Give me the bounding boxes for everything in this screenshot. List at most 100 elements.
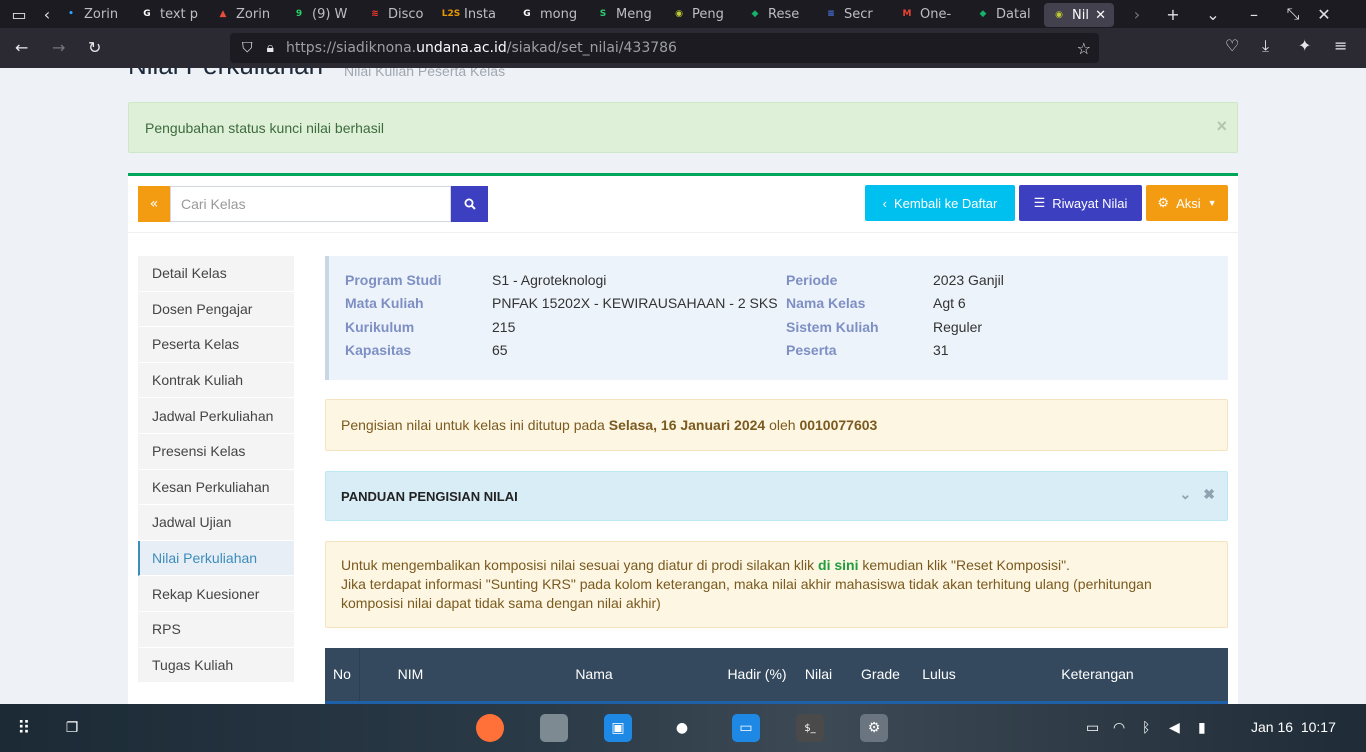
tab-favicon-icon: ◉	[675, 9, 683, 19]
files-icon[interactable]	[540, 714, 568, 742]
sidebar-item[interactable]: Tugas Kuliah	[138, 647, 294, 684]
battery-icon[interactable]: ▮	[1198, 720, 1206, 736]
workspaces-icon[interactable]: ❐	[58, 714, 86, 742]
sidebar-item[interactable]: Dosen Pengajar	[138, 291, 294, 328]
tab-label: Zorin	[84, 6, 119, 22]
sidebar-item[interactable]: Kesan Perkuliahan	[138, 469, 294, 506]
firefox-icon[interactable]	[476, 714, 504, 742]
new-tab-icon[interactable]: +	[1148, 5, 1198, 24]
search-class-input[interactable]: Cari Kelas	[170, 186, 451, 222]
search-button[interactable]	[451, 186, 488, 222]
browser-tab[interactable]: ◉ Nil ✕	[1044, 3, 1114, 27]
restore-window-icon[interactable]: ⤡	[1280, 4, 1306, 24]
settings-toggle-icon[interactable]: ●	[668, 714, 696, 742]
browser-tab[interactable]: Gtext p	[132, 0, 208, 28]
app-grid-icon[interactable]: ⠿	[10, 714, 38, 742]
browser-tab[interactable]: ◆ Datal	[968, 0, 1044, 28]
bookmark-star-icon[interactable]: ☆	[1077, 39, 1091, 58]
nama-kelas-label: Nama Kelas	[786, 295, 866, 311]
sidebar-item[interactable]: Rekap Kuesioner	[138, 576, 294, 612]
browser-tab[interactable]: Gmong	[512, 0, 588, 28]
close-tab-icon[interactable]: ✕	[1095, 8, 1106, 23]
address-bar[interactable]: ⛉ 🔒︎ https://siadiknona. undana.ac.id/sia…	[230, 33, 1099, 63]
back-icon[interactable]: ←	[15, 38, 28, 57]
column-header-nama[interactable]: Nama	[461, 648, 727, 701]
browser-tab[interactable]: ▲ Zorin	[208, 0, 284, 28]
grade-history-button[interactable]: ☰ Riwayat Nilai	[1019, 185, 1142, 221]
browser-tab[interactable]: 9 (9) W	[284, 0, 360, 28]
forward-icon[interactable]: →	[52, 38, 65, 57]
mata-kuliah-value: PNFAK 15202X - KEWIRAUSAHAAN - 2 SKS	[492, 295, 778, 311]
browser-tab[interactable]: S Meng	[588, 0, 664, 28]
sidebar-item[interactable]: Nilai Perkuliahan	[138, 540, 294, 577]
class-info-panel: Program Studi S1 - Agroteknologi Mata Ku…	[325, 256, 1228, 380]
terminal-icon[interactable]: $_	[796, 714, 824, 742]
tab-list-icon[interactable]: ▭	[0, 5, 38, 24]
collapse-chevron-icon[interactable]: ⌄	[1180, 486, 1192, 503]
column-header-grade[interactable]: Grade	[850, 648, 911, 701]
reset-composition-link[interactable]: di sini	[818, 557, 858, 573]
column-header-hadir[interactable]: Hadir (%)	[727, 648, 787, 701]
taskbar-clock[interactable]: Jan 16 10:17	[1251, 719, 1336, 735]
close-window-icon[interactable]: ✕	[1306, 5, 1342, 24]
browser-tab[interactable]: • Zorin	[56, 0, 132, 28]
scroll-tabs-right-icon[interactable]: ›	[1126, 5, 1148, 24]
browser-tab[interactable]: ◉ Peng	[664, 0, 740, 28]
close-panel-icon[interactable]: ✖	[1203, 486, 1215, 503]
tab-label: Rese	[768, 6, 800, 22]
sidebar-item[interactable]: Detail Kelas	[138, 256, 294, 292]
sidebar-item[interactable]: Peserta Kelas	[138, 327, 294, 363]
browser-tab[interactable]: L2S Insta	[436, 0, 512, 28]
periode-value: 2023 Ganjil	[933, 272, 1004, 288]
wifi-icon[interactable]: ◠	[1113, 720, 1125, 736]
browser-tab[interactable]: ≋ Disco	[360, 0, 436, 28]
pocket-icon[interactable]: ♡	[1225, 36, 1239, 55]
sidebar-item[interactable]: Presensi Kelas	[138, 433, 294, 470]
menu-icon[interactable]: ≡	[1334, 36, 1347, 55]
browser-tab[interactable]: ≡ Secr	[816, 0, 892, 28]
grade-history-label: Riwayat Nilai	[1052, 195, 1128, 211]
bluetooth-icon[interactable]: ᛒ	[1142, 720, 1150, 736]
shield-icon[interactable]: ⛉	[242, 40, 253, 56]
column-header-nim[interactable]: NIM	[360, 648, 461, 701]
tab-label: (9) W	[312, 6, 348, 22]
tab-label: Peng	[692, 6, 724, 22]
collapse-sidebar-button[interactable]: «	[138, 186, 170, 222]
sidebar-item[interactable]: Jadwal Ujian	[138, 505, 294, 541]
list-icon: ☰	[1033, 195, 1046, 210]
reload-icon[interactable]: ↻	[88, 38, 101, 57]
back-to-list-button[interactable]: ‹ Kembali ke Daftar	[865, 185, 1015, 221]
guide-panel-header[interactable]: PANDUAN PENGISIAN NILAI ⌄ ✖	[325, 471, 1228, 521]
column-header-lulus[interactable]: Lulus	[911, 648, 967, 701]
scroll-tabs-left-icon[interactable]: ‹	[38, 5, 56, 24]
tab-overflow-chevron-icon[interactable]: ⌄	[1198, 5, 1228, 24]
sidebar-item[interactable]: RPS	[138, 611, 294, 648]
extensions-icon[interactable]: ✦	[1298, 36, 1311, 55]
downloads-icon[interactable]: ⤓	[1262, 36, 1269, 56]
sidebar-item[interactable]: Kontrak Kuliah	[138, 362, 294, 399]
lock-icon[interactable]: 🔒︎	[267, 40, 274, 56]
kurikulum-value: 215	[492, 319, 516, 335]
column-header-nilai[interactable]: Nilai	[787, 648, 850, 701]
tab-label: Insta	[464, 6, 496, 22]
url-host: undana.ac.id	[416, 40, 507, 56]
system-settings-icon[interactable]: ⚙	[860, 714, 888, 742]
column-header-no[interactable]: No	[325, 648, 360, 701]
column-header-keterangan[interactable]: Keterangan	[967, 648, 1228, 701]
back-to-list-label: Kembali ke Daftar	[894, 195, 998, 211]
minimize-window-icon[interactable]: –	[1228, 5, 1280, 24]
browser-tab[interactable]: M One-	[892, 0, 968, 28]
display-icon[interactable]: ▭	[1086, 720, 1099, 736]
close-alert-icon[interactable]: ×	[1216, 116, 1227, 137]
browser-tab[interactable]: ◆ Rese	[740, 0, 816, 28]
reset-notice-line1: Untuk mengembalikan komposisi nilai sesu…	[341, 556, 1212, 575]
tab-favicon-icon: •	[68, 9, 74, 19]
desktop-taskbar: ⠿ ❐ ▣ ● ▭ $_ ⚙ ▭ ◠ ᛒ ◀ ▮ Jan 16 10:17	[0, 704, 1366, 752]
connect-icon[interactable]: ▭	[732, 714, 760, 742]
software-store-icon[interactable]: ▣	[604, 714, 632, 742]
browser-tab-bar: ▭ ‹ • Zorin Gtext p ▲ Zorin 9 (9) W ≋ Disco L2S In…	[0, 0, 1366, 28]
action-dropdown-button[interactable]: ⚙ Aksi ▼	[1146, 185, 1228, 221]
sidebar-item[interactable]: Jadwal Perkuliahan	[138, 398, 294, 434]
volume-icon[interactable]: ◀	[1169, 720, 1180, 736]
lock-notice-date: Selasa, 16 Januari 2024	[608, 417, 766, 433]
